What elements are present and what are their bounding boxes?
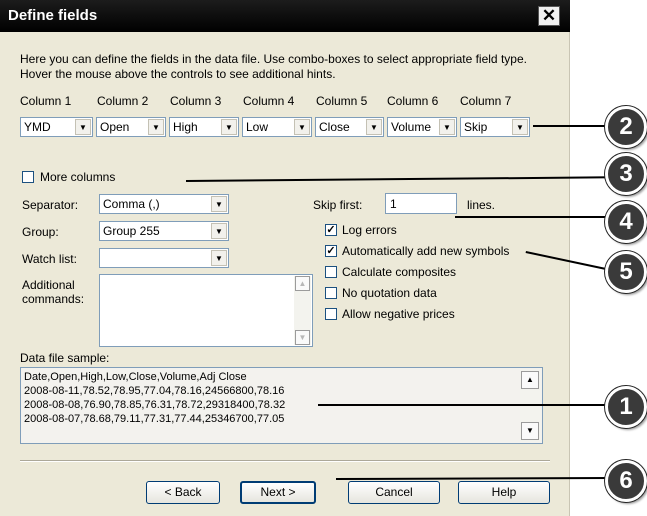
- column-7-value: Skip: [464, 120, 488, 134]
- chevron-down-icon[interactable]: ▼: [75, 119, 91, 135]
- data-sample-line: 2008-08-07,78.68,79.11,77.31,77.44,25346…: [24, 413, 285, 425]
- intro-text: Here you can define the fields in the da…: [20, 52, 527, 81]
- column-6-label: Column 6: [387, 94, 439, 108]
- callout-2-marker: 2: [605, 106, 647, 148]
- column-3-value: High: [173, 120, 198, 134]
- data-sample-line: Date,Open,High,Low,Close,Volume,Adj Clos…: [24, 371, 247, 383]
- define-fields-dialog: Define fields ✕ Here you can define the …: [0, 0, 570, 516]
- column-2-select[interactable]: Open ▼: [96, 117, 166, 137]
- column-5-value: Close: [319, 120, 350, 134]
- additional-commands-textarea[interactable]: ▲ ▼: [99, 274, 313, 347]
- column-7-label: Column 7: [460, 94, 512, 108]
- calculate-composites-checkbox[interactable]: [325, 266, 337, 278]
- chevron-down-icon[interactable]: ▼: [148, 119, 164, 135]
- allow-negative-prices-label: Allow negative prices: [342, 307, 455, 321]
- chevron-down-icon[interactable]: ▼: [211, 250, 227, 266]
- scroll-down-icon[interactable]: ▼: [295, 330, 310, 345]
- callout-1-marker: 1: [605, 386, 647, 428]
- chevron-down-icon[interactable]: ▼: [366, 119, 382, 135]
- group-value: Group 255: [103, 224, 160, 238]
- data-sample-lines: Date,Open,High,Low,Close,Volume,Adj Clos…: [24, 370, 285, 426]
- column-2-label: Column 2: [97, 94, 149, 108]
- column-1-label: Column 1: [20, 94, 72, 108]
- column-3-label: Column 3: [170, 94, 222, 108]
- dialog-title: Define fields: [8, 7, 98, 24]
- more-columns-checkbox[interactable]: [22, 171, 34, 183]
- scroll-up-icon[interactable]: ▲: [521, 371, 539, 389]
- callout-5-marker: 5: [605, 251, 647, 293]
- data-sample-line: 2008-08-11,78.52,78.95,77.04,78.16,24566…: [24, 385, 285, 397]
- scroll-up-icon[interactable]: ▲: [295, 276, 310, 291]
- additional-commands-label-2: commands:: [22, 292, 85, 306]
- next-button[interactable]: Next >: [240, 481, 316, 504]
- column-4-value: Low: [246, 120, 269, 134]
- column-7-select[interactable]: Skip ▼: [460, 117, 530, 137]
- auto-add-symbols-label: Automatically add new symbols: [342, 244, 510, 258]
- column-5-label: Column 5: [316, 94, 368, 108]
- chevron-down-icon[interactable]: ▼: [439, 119, 455, 135]
- column-1-select[interactable]: YMD ▼: [20, 117, 93, 137]
- chevron-down-icon[interactable]: ▼: [211, 196, 227, 212]
- callout-4-pointer: [455, 216, 611, 218]
- allow-negative-prices-checkbox[interactable]: [325, 308, 337, 320]
- callout-3-marker: 3: [605, 153, 647, 195]
- column-6-value: Volume: [391, 120, 432, 134]
- additional-commands-scrollbar[interactable]: ▲ ▼: [294, 276, 311, 345]
- close-button[interactable]: ✕: [538, 6, 560, 26]
- column-5-select[interactable]: Close ▼: [315, 117, 384, 137]
- chevron-down-icon[interactable]: ▼: [221, 119, 237, 135]
- skip-first-label: Skip first:: [313, 198, 363, 212]
- additional-commands-label-1: Additional: [22, 278, 75, 292]
- log-errors-label: Log errors: [342, 223, 397, 237]
- chevron-down-icon[interactable]: ▼: [512, 119, 528, 135]
- callout-6-marker: 6: [605, 460, 647, 502]
- column-4-select[interactable]: Low ▼: [242, 117, 312, 137]
- skip-first-input[interactable]: 1: [385, 193, 457, 214]
- watch-list-select[interactable]: ▼: [99, 248, 229, 268]
- no-quotation-data-label: No quotation data: [342, 286, 437, 300]
- separator-label: Separator:: [22, 198, 79, 212]
- title-bar: Define fields ✕: [0, 0, 570, 32]
- calculate-composites-label: Calculate composites: [342, 265, 457, 279]
- no-quotation-data-checkbox[interactable]: [325, 287, 337, 299]
- back-button[interactable]: < Back: [146, 481, 220, 504]
- column-6-select[interactable]: Volume ▼: [387, 117, 457, 137]
- data-sample-line: 2008-08-08,76.90,78.85,76.31,78.72,29318…: [24, 399, 286, 411]
- help-button[interactable]: Help: [458, 481, 550, 504]
- column-3-select[interactable]: High ▼: [169, 117, 239, 137]
- skip-first-value: 1: [390, 197, 397, 211]
- data-sample-label: Data file sample:: [20, 351, 110, 365]
- watch-list-label: Watch list:: [22, 252, 77, 266]
- auto-add-symbols-checkbox[interactable]: ✓: [325, 245, 337, 257]
- separator-line: [20, 460, 550, 462]
- more-columns-label: More columns: [40, 170, 116, 184]
- callout-2-pointer: [533, 125, 611, 127]
- cancel-button[interactable]: Cancel: [348, 481, 440, 504]
- chevron-down-icon[interactable]: ▼: [211, 223, 227, 239]
- separator-value: Comma (,): [103, 197, 160, 211]
- scroll-down-icon[interactable]: ▼: [521, 422, 539, 440]
- callout-4-marker: 4: [605, 201, 647, 243]
- callout-1-pointer: [318, 404, 611, 406]
- separator-select[interactable]: Comma (,) ▼: [99, 194, 229, 214]
- log-errors-checkbox[interactable]: ✓: [325, 224, 337, 236]
- chevron-down-icon[interactable]: ▼: [294, 119, 310, 135]
- skip-first-suffix: lines.: [467, 198, 496, 212]
- column-4-label: Column 4: [243, 94, 295, 108]
- group-label: Group:: [22, 225, 59, 239]
- column-1-value: YMD: [24, 120, 51, 134]
- column-2-value: Open: [100, 120, 130, 134]
- group-select[interactable]: Group 255 ▼: [99, 221, 229, 241]
